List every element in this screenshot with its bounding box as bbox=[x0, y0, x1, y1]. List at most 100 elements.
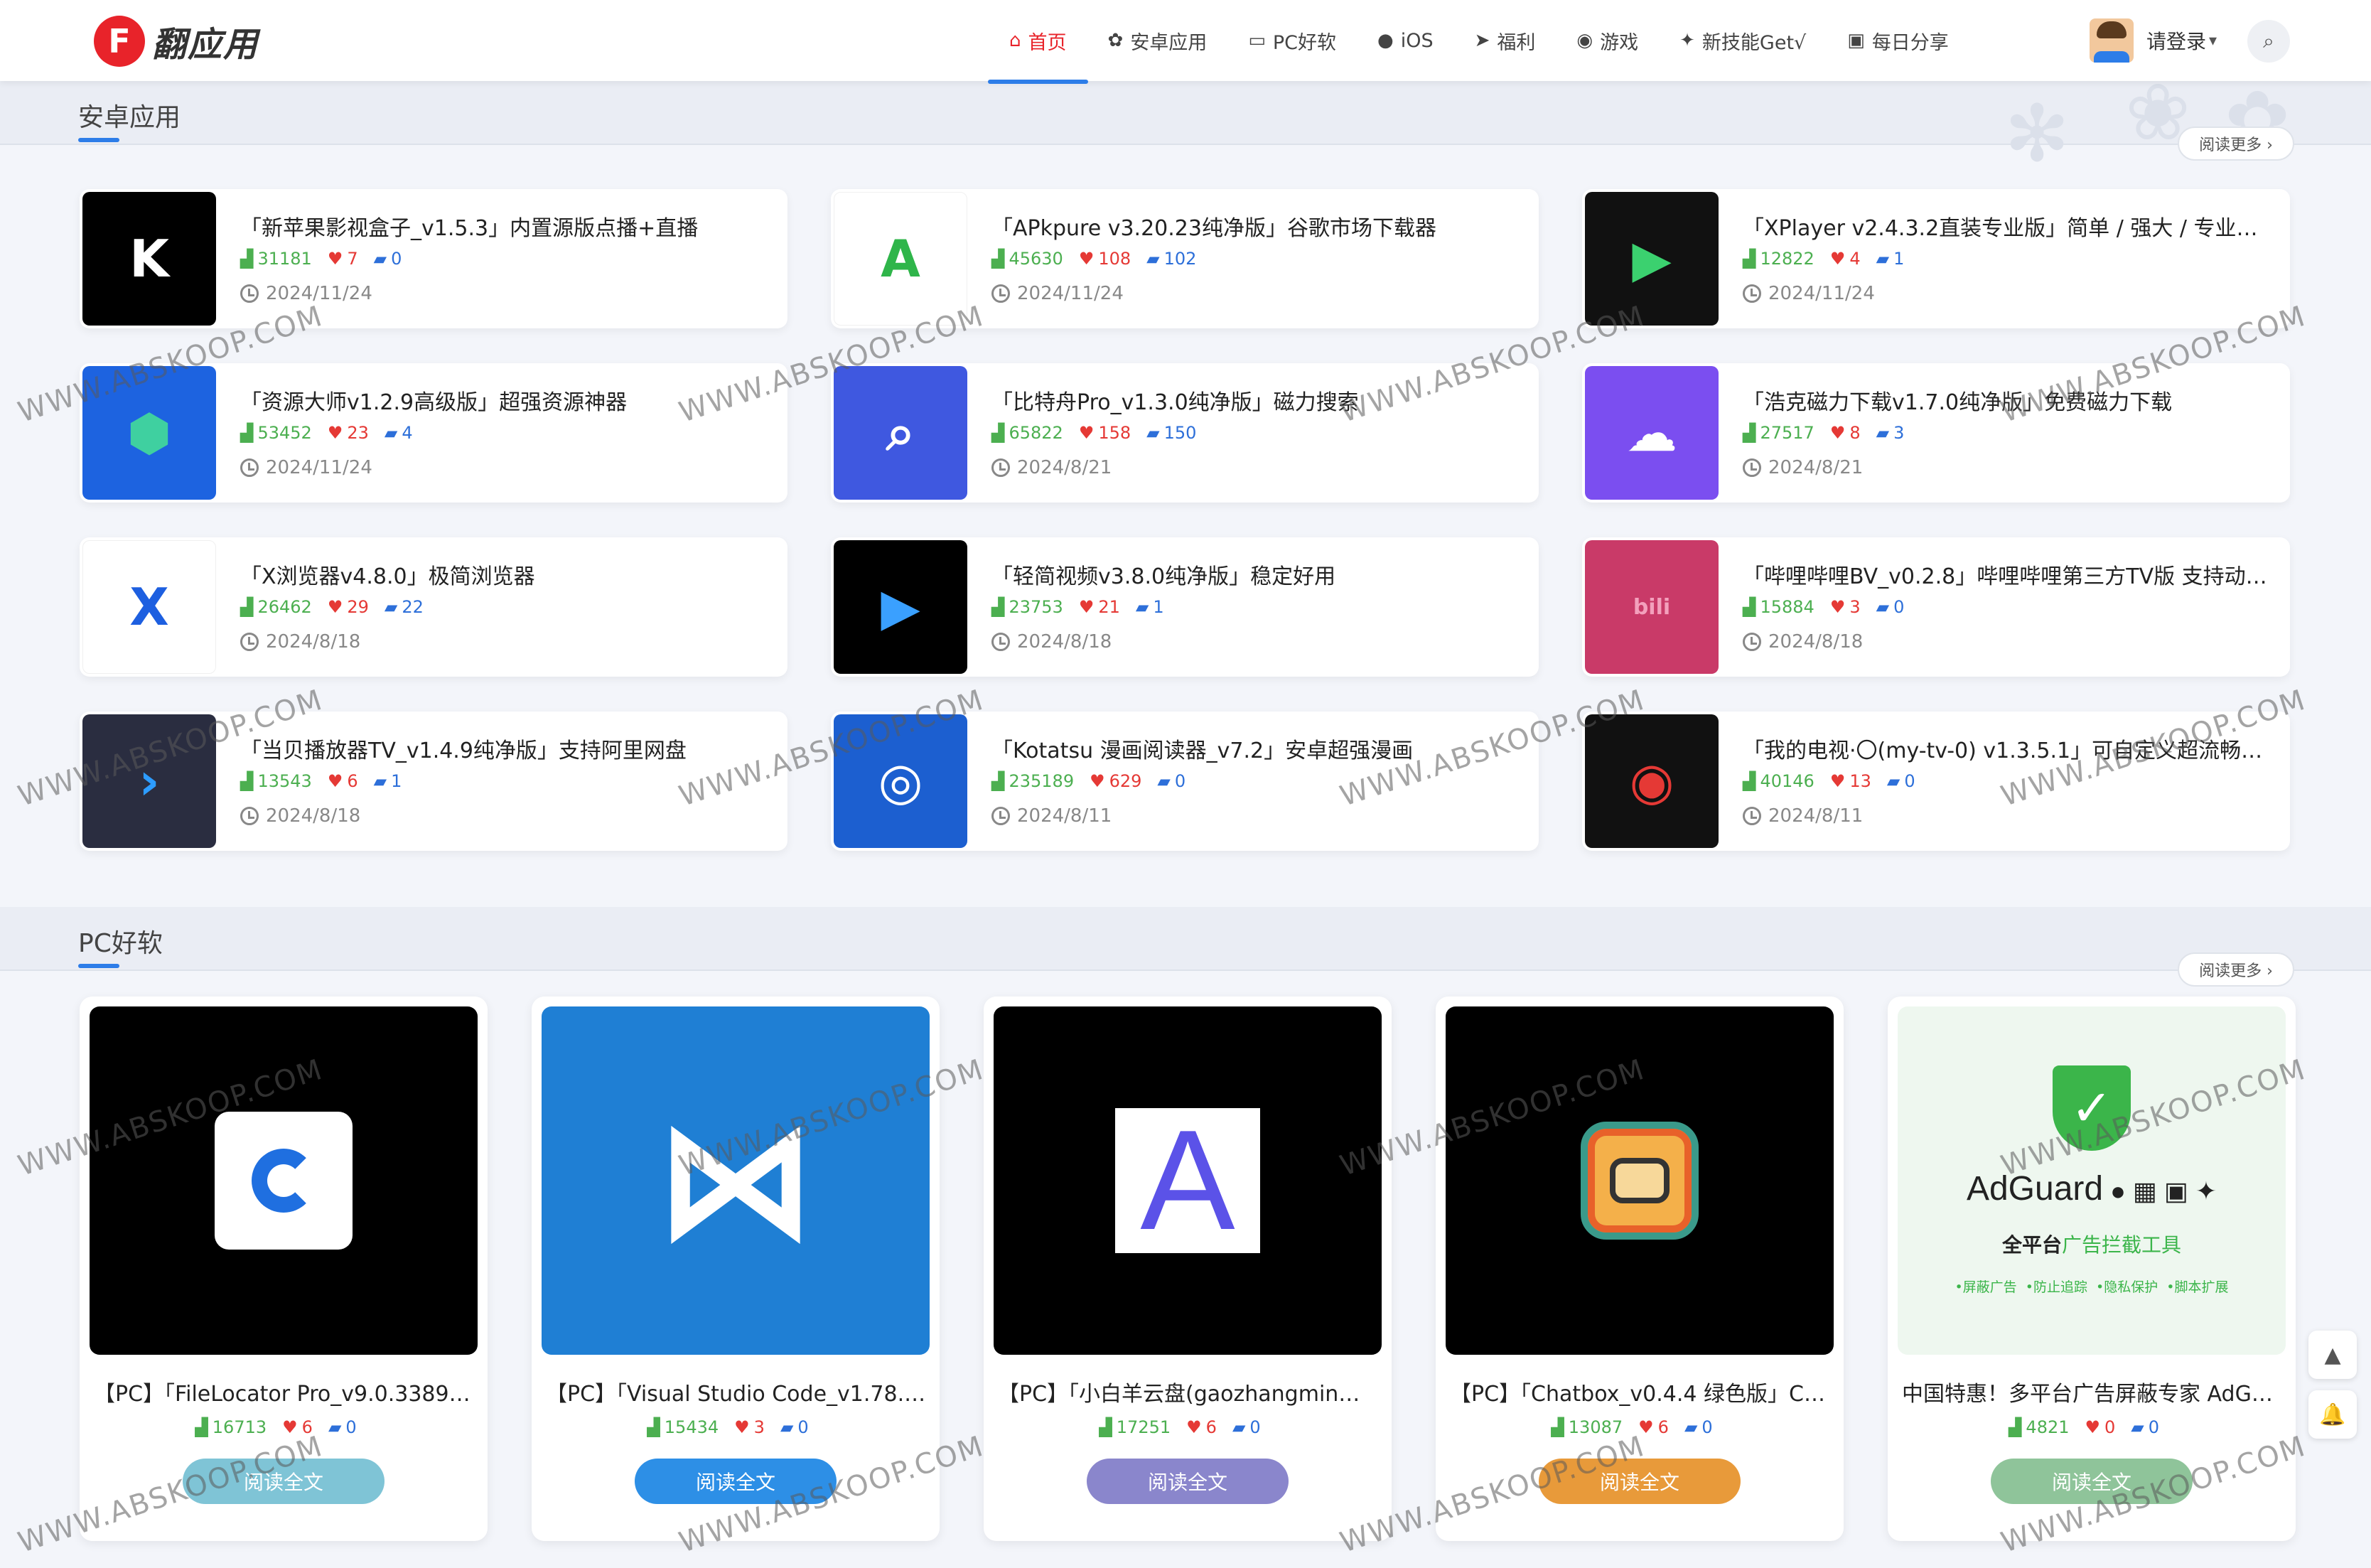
software-thumbnail[interactable]: ⋈ bbox=[542, 1006, 930, 1355]
app-title[interactable]: 「APkpure v3.20.23纯净版」谷歌市场下载器 bbox=[991, 210, 1525, 242]
read-more-android-button[interactable]: 阅读更多 › bbox=[2178, 127, 2294, 161]
nav-item-4[interactable]: ➤ 福利 bbox=[1475, 0, 1536, 81]
view-count-value: 40146 bbox=[1760, 771, 1814, 791]
heart-icon: ♥ bbox=[1078, 249, 1095, 269]
app-title[interactable]: 「哔哩哔哩BV_v0.2.8」哔哩哔哩第三方TV版 支持动态li... bbox=[1743, 559, 2276, 590]
adguard-brand-text: AdGuard bbox=[1966, 1170, 2104, 1208]
avatar[interactable] bbox=[2090, 18, 2134, 63]
app-title[interactable]: 「资源大师v1.2.9高级版」超强资源神器 bbox=[240, 385, 773, 416]
app-date: 2024/8/18 bbox=[1743, 631, 1863, 653]
pc-software-card[interactable]: ✓ AdGuard ● ▦ ▣ ✦ 全平台广告拦截工具 •屏蔽广告 •防止追踪 •隐私保… bbox=[1888, 997, 2296, 1541]
heart-icon: ♥ bbox=[1090, 771, 1105, 791]
android-app-card[interactable]: › 「当贝播放器TV_v1.4.9纯净版」支持阿里网盘 ▟ 13543 ♥ 6 ▰ 1 2024… bbox=[80, 711, 787, 851]
adguard-brand: AdGuard ● ▦ ▣ ✦ bbox=[1967, 1169, 2217, 1208]
like-count: ♥ 108 bbox=[1079, 249, 1131, 269]
pc-software-card[interactable]: 【PC】「FileLocator Pro_v9.0.3389.1」 ▟ 16713 ♥… bbox=[80, 997, 488, 1541]
android-app-card[interactable]: ◉ 「我的电视·〇(my-tv-0) v1.3.5.1」可自定义超流畅电视直播 ▟ 4… bbox=[1582, 711, 2290, 851]
app-title[interactable]: 「XPlayer v2.4.3.2直装专业版」简单 / 强大 / 专业的高清视频… bbox=[1743, 210, 2276, 242]
like-count-value: 7 bbox=[347, 249, 358, 269]
software-title[interactable]: 【PC】「FileLocator Pro_v9.0.3389.1」 bbox=[94, 1376, 475, 1407]
android-app-card[interactable]: ▶ 「轻简视频v3.8.0纯净版」稳定好用 ▟ 23753 ♥ 21 ▰ 1 2024/8/18 bbox=[831, 537, 1539, 677]
android-app-card[interactable]: ◎ 「Kotatsu 漫画阅读器_v7.2」安卓超强漫画 ▟ 235189 ♥ 629 ▰ 0… bbox=[831, 711, 1539, 851]
search-button[interactable]: ⌕ bbox=[2247, 20, 2290, 63]
app-thumbnail[interactable]: bili bbox=[1585, 540, 1719, 674]
app-thumbnail[interactable]: ◎ bbox=[834, 714, 967, 848]
android-app-card[interactable]: K 「新苹果影视盒子_v1.5.3」内置源版点播+直播 ▟ 31181 ♥ 7 ▰ 0 2024… bbox=[80, 189, 787, 328]
android-app-card[interactable]: ⌕ 「比特舟Pro_v1.3.0纯净版」磁力搜索 ▟ 65822 ♥ 158 ▰ 150 202… bbox=[831, 363, 1539, 503]
app-thumbnail[interactable]: A bbox=[834, 192, 967, 326]
comment-count: ▰ 3 bbox=[1876, 423, 1905, 443]
software-thumbnail[interactable] bbox=[90, 1006, 478, 1355]
software-title[interactable]: 【PC】「Visual Studio Code_v1.78.2」 bbox=[546, 1376, 927, 1407]
app-thumbnail[interactable]: ⬢ bbox=[82, 366, 216, 500]
site-logo[interactable]: F 翻应用 bbox=[94, 16, 259, 67]
comment-icon: ▰ bbox=[1135, 597, 1149, 617]
android-app-card[interactable]: ☁ 「浩克磁力下载v1.7.0纯净版」免费磁力下载 ▟ 27517 ♥ 8 ▰ 3 2024/8… bbox=[1582, 363, 2290, 503]
nav-item-3[interactable]: ● iOS bbox=[1377, 0, 1434, 81]
vscode-icon: ⋈ bbox=[654, 1085, 817, 1275]
pc-software-card[interactable]: A 【PC】「小白羊云盘(gaozhangmin版)」 ▟ 17251 ♥ 6 ▰ 0 阅读全文 bbox=[984, 997, 1392, 1541]
chevron-down-icon: ▾ bbox=[2209, 31, 2217, 50]
heart-icon: ♥ bbox=[1638, 1417, 1654, 1437]
read-full-button[interactable]: 阅读全文 bbox=[1991, 1459, 2193, 1504]
pc-software-card[interactable]: ⋈ 【PC】「Visual Studio Code_v1.78.2」 ▟ 15434 ♥… bbox=[532, 997, 940, 1541]
user-menu[interactable]: 请登录 ▾ bbox=[2090, 18, 2217, 63]
app-thumbnail[interactable]: › bbox=[82, 714, 216, 848]
notification-button[interactable]: 🔔 bbox=[2308, 1390, 2357, 1439]
read-full-button[interactable]: 阅读全文 bbox=[1539, 1459, 1741, 1504]
app-thumbnail[interactable]: ☁ bbox=[1585, 366, 1719, 500]
nav-item-2[interactable]: ▭ PC好软 bbox=[1248, 0, 1336, 81]
app-title[interactable]: 「新苹果影视盒子_v1.5.3」内置源版点播+直播 bbox=[240, 210, 773, 242]
app-title[interactable]: 「比特舟Pro_v1.3.0纯净版」磁力搜索 bbox=[991, 385, 1525, 416]
software-thumbnail[interactable]: A bbox=[994, 1006, 1382, 1355]
android-app-card[interactable]: X 「X浏览器v4.8.0」极简浏览器 ▟ 26462 ♥ 29 ▰ 22 2024/8/18 bbox=[80, 537, 787, 677]
view-count: ▟ 235189 bbox=[991, 771, 1074, 791]
app-title[interactable]: 「当贝播放器TV_v1.4.9纯净版」支持阿里网盘 bbox=[240, 733, 773, 764]
heart-icon: ♥ bbox=[1829, 771, 1846, 791]
app-thumbnail[interactable]: ▶ bbox=[834, 540, 967, 674]
read-full-button[interactable]: 阅读全文 bbox=[183, 1459, 385, 1504]
android-app-card[interactable]: A 「APkpure v3.20.23纯净版」谷歌市场下载器 ▟ 45630 ♥ 108 ▰… bbox=[831, 189, 1539, 328]
nav-item-7[interactable]: ▣ 每日分享 bbox=[1847, 0, 1949, 81]
software-title[interactable]: 【PC】「Chatbox_v0.4.4 绿色版」ChatGPT bbox=[1450, 1376, 1831, 1407]
app-stats: ▟ 45630 ♥ 108 ▰ 102 bbox=[991, 249, 1212, 269]
software-thumbnail[interactable] bbox=[1446, 1006, 1834, 1355]
login-link[interactable]: 请登录 bbox=[2146, 26, 2206, 55]
app-icon: ◉ bbox=[1629, 751, 1674, 811]
back-to-top-button[interactable]: ▲ bbox=[2308, 1331, 2357, 1379]
app-thumbnail[interactable]: ⌕ bbox=[834, 366, 967, 500]
chatbox-icon bbox=[1581, 1122, 1699, 1240]
comment-count-value: 150 bbox=[1163, 423, 1197, 443]
app-thumbnail[interactable]: ▶ bbox=[1585, 192, 1719, 326]
view-count: ▟ 4821 bbox=[2009, 1417, 2070, 1437]
app-title[interactable]: 「Kotatsu 漫画阅读器_v7.2」安卓超强漫画 bbox=[991, 733, 1525, 764]
clock-icon bbox=[991, 458, 1010, 477]
app-thumbnail[interactable]: X bbox=[82, 540, 216, 674]
android-app-card[interactable]: ▶ 「XPlayer v2.4.3.2直装专业版」简单 / 强大 / 专业的高清视… bbox=[1582, 189, 2290, 328]
nav-item-5[interactable]: ◉ 游戏 bbox=[1576, 0, 1638, 81]
app-title[interactable]: 「X浏览器v4.8.0」极简浏览器 bbox=[240, 559, 773, 590]
software-title[interactable]: 【PC】「小白羊云盘(gaozhangmin版)」 bbox=[998, 1376, 1379, 1407]
filelocator-ring bbox=[252, 1149, 316, 1213]
nav-item-6[interactable]: ✦ 新技能Get√ bbox=[1679, 0, 1806, 81]
read-full-button[interactable]: 阅读全文 bbox=[635, 1459, 837, 1504]
read-more-pc-button[interactable]: 阅读更多 › bbox=[2178, 952, 2294, 987]
app-title[interactable]: 「浩克磁力下载v1.7.0纯净版」免费磁力下载 bbox=[1743, 385, 2276, 416]
comment-count: ▰ 0 bbox=[1684, 1417, 1713, 1437]
android-app-card[interactable]: bili 「哔哩哔哩BV_v0.2.8」哔哩哔哩第三方TV版 支持动态li... ▟… bbox=[1582, 537, 2290, 677]
app-thumbnail[interactable]: K bbox=[82, 192, 216, 326]
android-section-header: 安卓应用 ✻ ❀ ✿ bbox=[0, 67, 2371, 179]
android-app-card[interactable]: ⬢ 「资源大师v1.2.9高级版」超强资源神器 ▟ 53452 ♥ 23 ▰ 4 2024/11… bbox=[80, 363, 787, 503]
app-thumbnail[interactable]: ◉ bbox=[1585, 714, 1719, 848]
software-title[interactable]: 中国特惠！多平台广告屏蔽专家 AdGuard bbox=[1902, 1376, 2283, 1407]
nav-item-1[interactable]: ✿ 安卓应用 bbox=[1108, 0, 1208, 81]
pc-software-card[interactable]: 【PC】「Chatbox_v0.4.4 绿色版」ChatGPT ▟13087 ♥6 ▰… bbox=[1436, 997, 1844, 1541]
read-full-button[interactable]: 阅读全文 bbox=[1087, 1459, 1289, 1504]
app-title[interactable]: 「轻简视频v3.8.0纯净版」稳定好用 bbox=[991, 559, 1525, 590]
app-icon: ▶ bbox=[1632, 229, 1672, 289]
view-count: ▟ 15434 bbox=[647, 1417, 719, 1437]
software-thumbnail[interactable]: ✓ AdGuard ● ▦ ▣ ✦ 全平台广告拦截工具 •屏蔽广告 •防止追踪 •隐私保… bbox=[1898, 1006, 2286, 1355]
app-title[interactable]: 「我的电视·〇(my-tv-0) v1.3.5.1」可自定义超流畅电视直播 bbox=[1743, 733, 2276, 764]
heart-icon: ♥ bbox=[327, 249, 343, 269]
nav-item-0[interactable]: ⌂ 首页 bbox=[988, 0, 1087, 84]
